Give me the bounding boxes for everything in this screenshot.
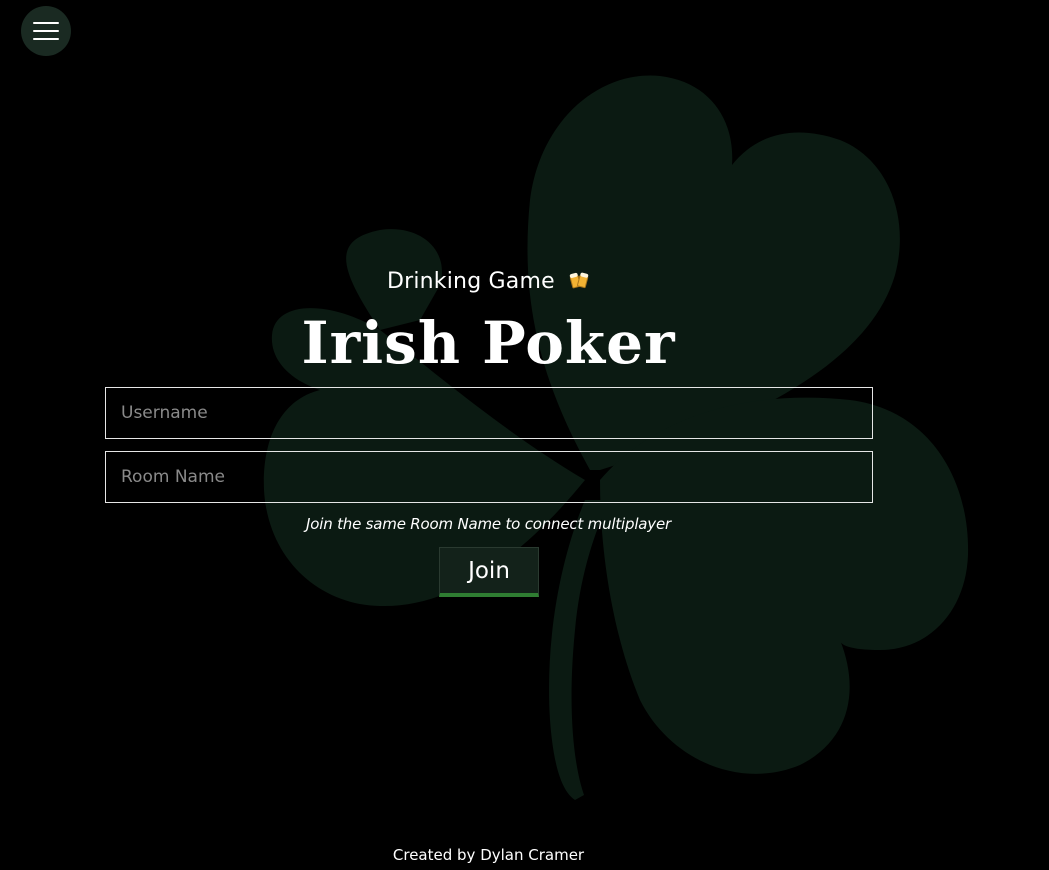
page: Drinking Game Irish Poker Join the same … <box>0 0 1049 870</box>
multiplayer-hint: Join the same Room Name to connect multi… <box>306 515 671 533</box>
room-name-input[interactable] <box>105 451 873 503</box>
footer-credit: Created by Dylan Cramer <box>392 846 585 864</box>
subtitle: Drinking Game <box>0 268 977 296</box>
join-button[interactable]: Join <box>439 547 539 597</box>
menu-button[interactable] <box>21 6 71 56</box>
subtitle-text: Drinking Game <box>386 269 555 294</box>
hamburger-menu-icon <box>33 22 59 40</box>
username-input[interactable] <box>105 387 873 439</box>
join-button-label: Join <box>468 557 510 584</box>
page-title: Irish Poker <box>301 309 676 377</box>
beer-mugs-icon <box>568 268 590 296</box>
